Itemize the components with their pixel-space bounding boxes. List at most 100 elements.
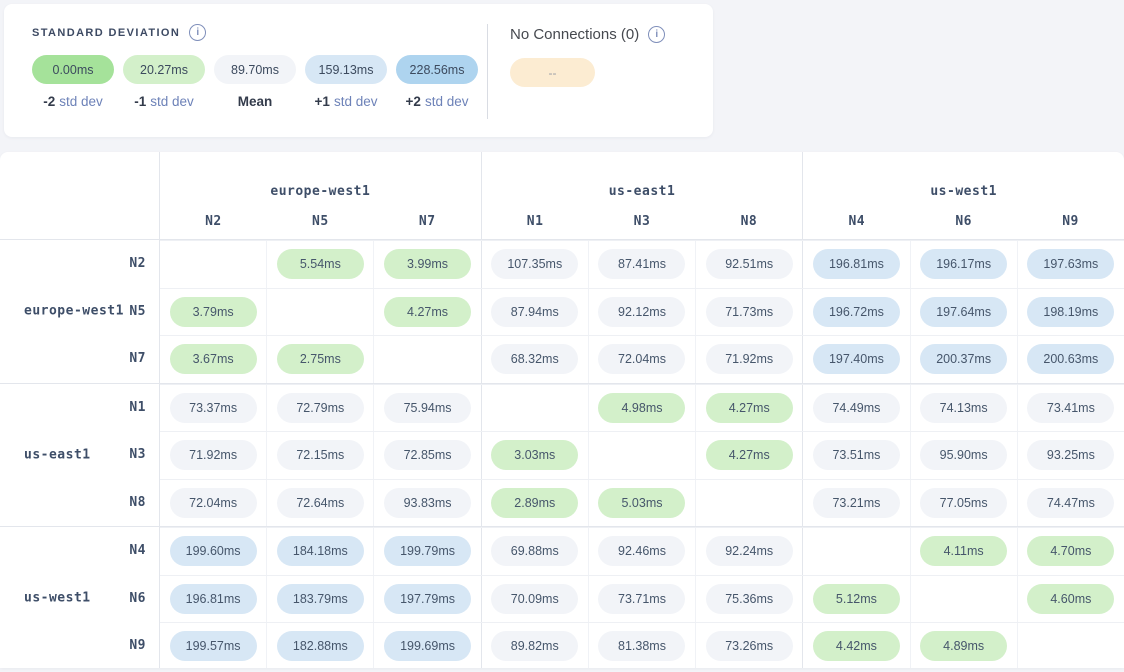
latency-cell[interactable]: 73.26ms xyxy=(696,623,803,668)
latency-cell[interactable]: 72.79ms xyxy=(267,385,374,432)
latency-cell[interactable]: 72.85ms xyxy=(374,432,481,479)
latency-cell[interactable]: 72.64ms xyxy=(267,480,374,527)
latency-cell[interactable]: 4.11ms xyxy=(911,528,1018,575)
latency-cell[interactable]: 198.19ms xyxy=(1018,289,1124,336)
latency-cell[interactable]: 4.98ms xyxy=(589,385,696,432)
latency-cell[interactable]: 74.49ms xyxy=(803,385,910,432)
info-icon[interactable]: i xyxy=(189,24,206,41)
latency-cell[interactable]: 197.63ms xyxy=(1018,241,1124,288)
latency-value-pill: 73.26ms xyxy=(706,631,793,661)
latency-cell[interactable]: 95.90ms xyxy=(911,432,1018,479)
latency-cell[interactable]: 5.12ms xyxy=(803,576,910,623)
legend-label-suffix: std dev xyxy=(425,94,469,109)
latency-cell[interactable]: 3.99ms xyxy=(374,241,481,288)
latency-cell[interactable]: 4.42ms xyxy=(803,623,910,668)
latency-cell[interactable]: 4.27ms xyxy=(696,385,803,432)
matrix-header-spacer xyxy=(0,152,160,239)
latency-cell[interactable]: 74.47ms xyxy=(1018,480,1124,527)
latency-cell[interactable]: 75.94ms xyxy=(374,385,481,432)
latency-cell[interactable]: 196.72ms xyxy=(803,289,910,336)
latency-cell[interactable]: 93.25ms xyxy=(1018,432,1124,479)
latency-value-pill: 4.70ms xyxy=(1027,536,1114,566)
info-icon[interactable]: i xyxy=(648,26,665,43)
latency-cell[interactable]: 69.88ms xyxy=(482,528,589,575)
latency-cell[interactable]: 199.57ms xyxy=(160,623,267,668)
latency-cell[interactable]: 183.79ms xyxy=(267,576,374,623)
latency-cell[interactable] xyxy=(589,432,696,479)
latency-cell[interactable]: 196.17ms xyxy=(911,241,1018,288)
latency-cell[interactable]: 73.37ms xyxy=(160,385,267,432)
latency-cell[interactable]: 4.60ms xyxy=(1018,576,1124,623)
latency-cell[interactable]: 200.37ms xyxy=(911,336,1018,383)
latency-cell[interactable]: 81.38ms xyxy=(589,623,696,668)
latency-cell[interactable]: 199.69ms xyxy=(374,623,481,668)
latency-cell[interactable]: 196.81ms xyxy=(803,241,910,288)
latency-cell[interactable]: 107.35ms xyxy=(482,241,589,288)
latency-cell[interactable]: 92.46ms xyxy=(589,528,696,575)
latency-cell[interactable]: 4.70ms xyxy=(1018,528,1124,575)
latency-cell[interactable]: 73.21ms xyxy=(803,480,910,527)
latency-cell[interactable] xyxy=(696,480,803,527)
latency-cell[interactable]: 93.83ms xyxy=(374,480,481,527)
latency-cell[interactable]: 75.36ms xyxy=(696,576,803,623)
latency-cell[interactable]: 77.05ms xyxy=(911,480,1018,527)
latency-cell[interactable]: 3.03ms xyxy=(482,432,589,479)
latency-cell[interactable] xyxy=(160,241,267,288)
latency-cell[interactable]: 89.82ms xyxy=(482,623,589,668)
legend-item: 228.56ms+2std dev xyxy=(396,55,478,109)
latency-cell[interactable]: 73.51ms xyxy=(803,432,910,479)
latency-cell[interactable]: 199.79ms xyxy=(374,528,481,575)
latency-cell[interactable]: 196.81ms xyxy=(160,576,267,623)
latency-cell[interactable]: 2.89ms xyxy=(482,480,589,527)
latency-cell[interactable]: 92.24ms xyxy=(696,528,803,575)
latency-cell[interactable]: 72.04ms xyxy=(160,480,267,527)
latency-cell[interactable]: 197.64ms xyxy=(911,289,1018,336)
latency-cell[interactable] xyxy=(482,385,589,432)
latency-cell[interactable]: 200.63ms xyxy=(1018,336,1124,383)
latency-cell[interactable]: 92.51ms xyxy=(696,241,803,288)
latency-cell[interactable]: 3.79ms xyxy=(160,289,267,336)
latency-cell[interactable]: 87.94ms xyxy=(482,289,589,336)
latency-cell[interactable]: 70.09ms xyxy=(482,576,589,623)
latency-cell[interactable] xyxy=(267,289,374,336)
latency-cell[interactable]: 197.40ms xyxy=(803,336,910,383)
column-header-N3: N3 xyxy=(589,203,696,239)
legend-item: 159.13ms+1std dev xyxy=(305,55,387,109)
latency-cell[interactable] xyxy=(374,336,481,383)
latency-value-pill: 4.89ms xyxy=(920,631,1007,661)
latency-cell[interactable] xyxy=(1018,623,1124,668)
row-cells: 3.67ms 2.75ms 68.32ms72.04ms71.92ms197.40m… xyxy=(160,335,1124,383)
latency-cell[interactable]: 182.88ms xyxy=(267,623,374,668)
latency-cell[interactable] xyxy=(911,576,1018,623)
latency-cell[interactable]: 92.12ms xyxy=(589,289,696,336)
latency-cell[interactable]: 4.27ms xyxy=(374,289,481,336)
latency-cell[interactable]: 73.41ms xyxy=(1018,385,1124,432)
latency-cell[interactable]: 68.32ms xyxy=(482,336,589,383)
latency-value-pill: 95.90ms xyxy=(920,440,1007,470)
latency-cell[interactable]: 5.03ms xyxy=(589,480,696,527)
latency-cell[interactable]: 184.18ms xyxy=(267,528,374,575)
legend-pill: 20.27ms xyxy=(123,55,205,84)
latency-cell[interactable]: 74.13ms xyxy=(911,385,1018,432)
latency-cell[interactable]: 4.27ms xyxy=(696,432,803,479)
latency-cell[interactable]: 197.79ms xyxy=(374,576,481,623)
latency-cell[interactable]: 5.54ms xyxy=(267,241,374,288)
latency-value-pill: 196.17ms xyxy=(920,249,1007,279)
latency-cell[interactable]: 72.15ms xyxy=(267,432,374,479)
latency-cell[interactable]: 72.04ms xyxy=(589,336,696,383)
legend-label-prefix: -1 xyxy=(134,94,146,109)
latency-cell[interactable]: 71.92ms xyxy=(160,432,267,479)
latency-cell[interactable]: 87.41ms xyxy=(589,241,696,288)
latency-cell[interactable]: 71.92ms xyxy=(696,336,803,383)
latency-cell[interactable] xyxy=(803,528,910,575)
latency-value-pill: 92.46ms xyxy=(598,536,685,566)
latency-cell[interactable]: 71.73ms xyxy=(696,289,803,336)
latency-value-pill: 3.67ms xyxy=(170,344,257,374)
latency-cell[interactable]: 4.89ms xyxy=(911,623,1018,668)
latency-cell[interactable]: 3.67ms xyxy=(160,336,267,383)
latency-cell[interactable]: 2.75ms xyxy=(267,336,374,383)
latency-cell[interactable]: 199.60ms xyxy=(160,528,267,575)
latency-cell[interactable]: 73.71ms xyxy=(589,576,696,623)
latency-value-pill: 70.09ms xyxy=(491,584,578,614)
latency-value-pill: 2.89ms xyxy=(491,488,578,518)
